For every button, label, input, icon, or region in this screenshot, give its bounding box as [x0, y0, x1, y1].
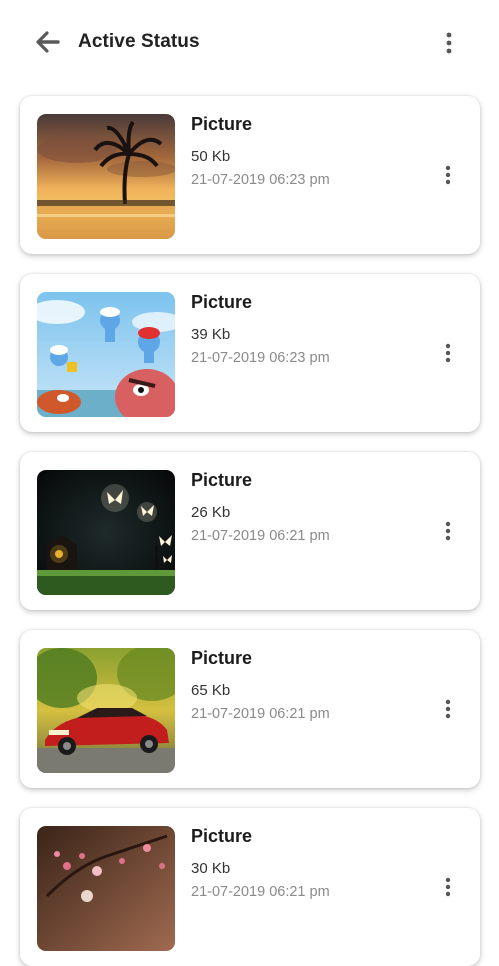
item-size: 26 Kb [191, 504, 231, 521]
item-size: 65 Kb [191, 682, 231, 699]
thumbnail-image[interactable] [37, 292, 175, 417]
more-vert-icon [445, 165, 451, 185]
app-bar: Active Status [0, 0, 499, 88]
more-vert-icon [446, 32, 452, 54]
item-title: Picture [191, 292, 253, 312]
item-menu-button[interactable] [435, 694, 461, 724]
more-vert-icon [445, 877, 451, 897]
item-size: 39 Kb [191, 326, 231, 343]
list-item[interactable]: Picture 39 Kb 21-07-2019 06:23 pm [20, 274, 480, 432]
item-menu-button[interactable] [435, 338, 461, 368]
overflow-menu-button[interactable] [436, 28, 462, 58]
thumbnail-image[interactable] [37, 648, 175, 773]
item-title: Picture [191, 470, 253, 490]
list-item[interactable]: Picture 50 Kb 21-07-2019 06:23 pm [20, 96, 480, 254]
item-date: 21-07-2019 06:23 pm [191, 350, 330, 366]
more-vert-icon [445, 521, 451, 541]
item-size: 30 Kb [191, 860, 231, 877]
item-menu-button[interactable] [435, 516, 461, 546]
more-vert-icon [445, 343, 451, 363]
thumbnail-image[interactable] [37, 826, 175, 951]
item-date: 21-07-2019 06:21 pm [191, 528, 330, 544]
back-button[interactable] [34, 28, 62, 56]
item-menu-button[interactable] [435, 160, 461, 190]
item-date: 21-07-2019 06:21 pm [191, 884, 330, 900]
item-date: 21-07-2019 06:23 pm [191, 172, 330, 188]
arrow-left-icon [36, 31, 60, 53]
item-title: Picture [191, 648, 253, 668]
item-title: Picture [191, 114, 253, 134]
list-item[interactable]: Picture 65 Kb 21-07-2019 06:21 pm [20, 630, 480, 788]
item-menu-button[interactable] [435, 872, 461, 902]
thumbnail-image[interactable] [37, 114, 175, 239]
item-date: 21-07-2019 06:21 pm [191, 706, 330, 722]
list-item[interactable]: Picture 26 Kb 21-07-2019 06:21 pm [20, 452, 480, 610]
page-title: Active Status [78, 31, 200, 52]
item-title: Picture [191, 826, 253, 846]
more-vert-icon [445, 699, 451, 719]
list-item[interactable]: Picture 30 Kb 21-07-2019 06:21 pm [20, 808, 480, 966]
status-list: Picture 50 Kb 21-07-2019 06:23 pm Pictur… [0, 0, 499, 966]
thumbnail-image[interactable] [37, 470, 175, 595]
item-size: 50 Kb [191, 148, 231, 165]
